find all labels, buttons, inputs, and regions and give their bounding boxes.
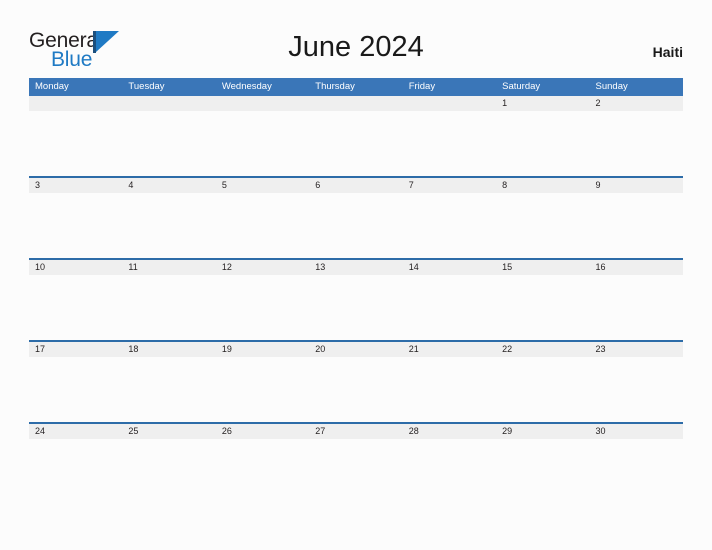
week-row: 3 4 5 6 7 8 9 — [29, 176, 683, 258]
day-cell[interactable]: 22 — [496, 342, 589, 357]
day-cell[interactable]: 1 — [496, 96, 589, 111]
day-cell[interactable]: 4 — [122, 178, 215, 193]
day-cell[interactable]: 10 — [29, 260, 122, 275]
week-date-band: 10 11 12 13 14 15 16 — [29, 260, 683, 275]
week-row: 17 18 19 20 21 22 23 — [29, 340, 683, 422]
week-note-area[interactable] — [29, 439, 683, 504]
day-cell[interactable]: 9 — [590, 178, 683, 193]
week-row: 1 2 — [29, 96, 683, 176]
day-cell[interactable]: 18 — [122, 342, 215, 357]
week-date-band: 17 18 19 20 21 22 23 — [29, 342, 683, 357]
weekday-header-monday: Monday — [35, 81, 69, 92]
day-cell[interactable]: 11 — [122, 260, 215, 275]
day-cell[interactable]: 16 — [590, 260, 683, 275]
country-label: Haiti — [652, 44, 683, 60]
day-cell[interactable] — [309, 96, 402, 111]
day-cell[interactable]: 19 — [216, 342, 309, 357]
day-cell[interactable]: 21 — [403, 342, 496, 357]
calendar-page: General Blue June 2024 Haiti Monday Tues… — [0, 0, 712, 550]
day-cell[interactable]: 15 — [496, 260, 589, 275]
week-date-band: 24 25 26 27 28 29 30 — [29, 424, 683, 439]
day-cell[interactable] — [29, 96, 122, 111]
weekday-header-wednesday: Wednesday — [221, 81, 272, 92]
day-cell[interactable]: 27 — [309, 424, 402, 439]
day-cell[interactable]: 14 — [403, 260, 496, 275]
day-cell[interactable]: 26 — [216, 424, 309, 439]
day-cell[interactable]: 5 — [216, 178, 309, 193]
day-cell[interactable]: 29 — [496, 424, 589, 439]
day-cell[interactable] — [403, 96, 496, 111]
day-cell[interactable]: 3 — [29, 178, 122, 193]
day-cell[interactable]: 17 — [29, 342, 122, 357]
weekday-header-thursday: Thursday — [315, 81, 355, 92]
week-note-area[interactable] — [29, 111, 683, 176]
week-note-area[interactable] — [29, 193, 683, 258]
day-cell[interactable]: 24 — [29, 424, 122, 439]
day-cell[interactable]: 2 — [590, 96, 683, 111]
page-title: June 2024 — [288, 31, 424, 63]
week-note-area[interactable] — [29, 275, 683, 340]
day-cell[interactable]: 25 — [122, 424, 215, 439]
weekday-header-tuesday: Tuesday — [128, 81, 165, 92]
week-date-band: 1 2 — [29, 96, 683, 111]
week-row: 24 25 26 27 28 29 30 — [29, 422, 683, 504]
day-cell[interactable]: 12 — [216, 260, 309, 275]
day-cell[interactable]: 28 — [403, 424, 496, 439]
weekday-header-row: Monday Tuesday Wednesday Thursday Friday… — [29, 78, 683, 96]
week-row: 10 11 12 13 14 15 16 — [29, 258, 683, 340]
day-cell[interactable]: 13 — [309, 260, 402, 275]
page-header: General Blue June 2024 Haiti — [0, 0, 712, 78]
day-cell[interactable]: 7 — [403, 178, 496, 193]
day-cell[interactable]: 30 — [590, 424, 683, 439]
day-cell[interactable] — [216, 96, 309, 111]
day-cell[interactable]: 8 — [496, 178, 589, 193]
week-note-area[interactable] — [29, 357, 683, 422]
week-date-band: 3 4 5 6 7 8 9 — [29, 178, 683, 193]
day-cell[interactable]: 23 — [590, 342, 683, 357]
weekday-header-saturday: Saturday — [502, 81, 541, 92]
weekday-header-friday: Friday — [408, 81, 436, 92]
day-cell[interactable]: 20 — [309, 342, 402, 357]
day-cell[interactable]: 6 — [309, 178, 402, 193]
day-cell[interactable] — [122, 96, 215, 111]
calendar-grid: Monday Tuesday Wednesday Thursday Friday… — [29, 78, 683, 504]
weekday-header-sunday: Sunday — [595, 81, 628, 92]
